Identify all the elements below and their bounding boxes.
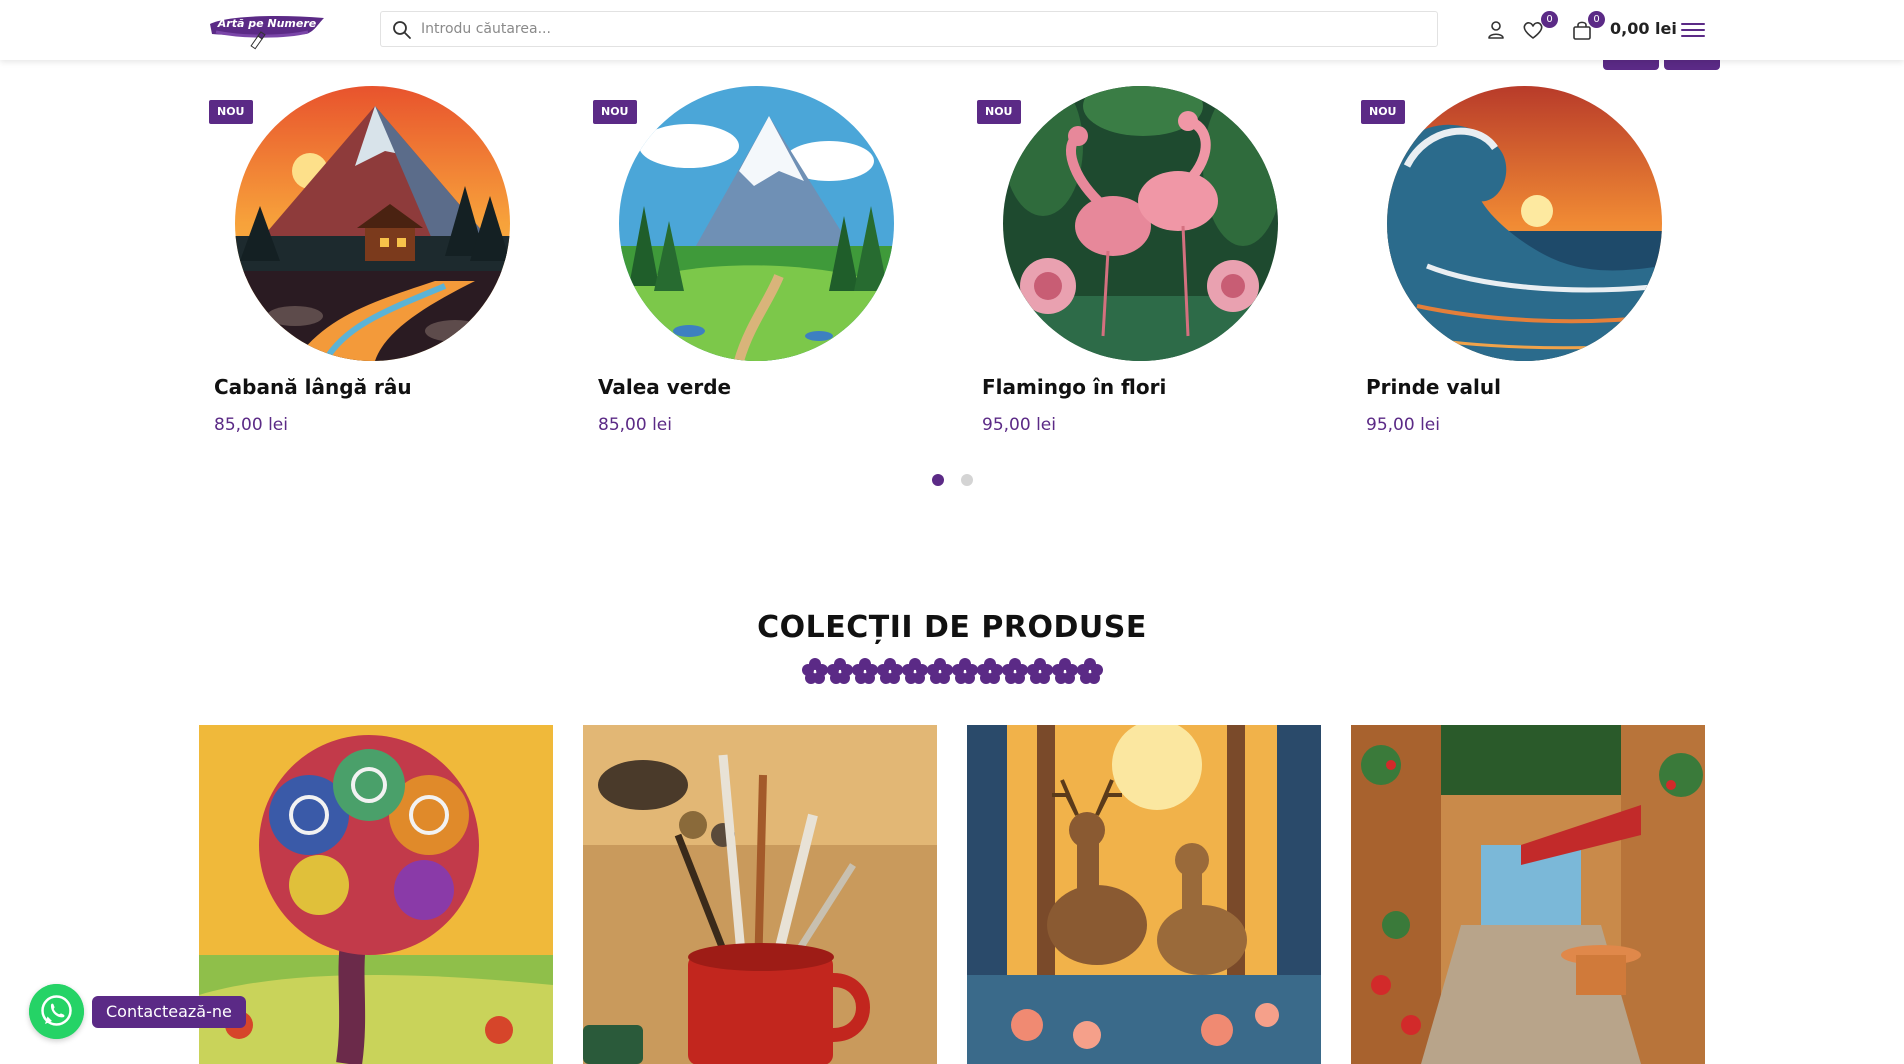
product-price: 85,00 lei — [214, 415, 288, 435]
product-image-cabin-river[interactable] — [235, 86, 510, 361]
collection-image-street-cafe[interactable] — [1351, 725, 1705, 1064]
new-badge: NOU — [593, 100, 637, 124]
collections-heading: COLECȚII DE PRODUSE — [757, 610, 1147, 645]
collection-image-colorful-tree[interactable] — [199, 725, 553, 1064]
product-title[interactable]: Prinde valul — [1366, 375, 1501, 399]
product-title[interactable]: Cabană lângă râu — [214, 375, 412, 399]
logo-text: Artă pe Numere — [217, 17, 317, 30]
product-price: 95,00 lei — [982, 415, 1056, 435]
product-image-flamingo-flowers[interactable] — [1003, 86, 1278, 361]
product-title[interactable]: Flamingo în flori — [982, 375, 1166, 399]
user-account-icon[interactable] — [1484, 18, 1508, 42]
search-icon[interactable] — [392, 20, 412, 40]
cart-count-badge: 0 — [1588, 11, 1605, 28]
site-header: Artă pe Numere 0 0 0,00 lei — [0, 0, 1904, 60]
product-image-catch-the-wave[interactable] — [1387, 86, 1662, 361]
collection-image-brushes-mug[interactable] — [583, 725, 937, 1064]
product-card[interactable]: NOU Flamingo în flori 95,00 lei — [977, 78, 1361, 458]
product-card[interactable]: NOU Prinde valul 95,00 lei — [1361, 78, 1745, 458]
new-badge: NOU — [1361, 100, 1405, 124]
menu-hamburger-icon[interactable] — [1680, 18, 1706, 42]
new-badge: NOU — [209, 100, 253, 124]
product-price: 95,00 lei — [1366, 415, 1440, 435]
new-badge: NOU — [977, 100, 1021, 124]
cart-total[interactable]: 0,00 lei — [1610, 19, 1677, 38]
carousel-dot-1[interactable] — [932, 474, 944, 486]
product-price: 85,00 lei — [598, 415, 672, 435]
whatsapp-chat-icon[interactable] — [29, 984, 84, 1039]
wishlist-count-badge: 0 — [1541, 11, 1558, 28]
product-image-green-valley[interactable] — [619, 86, 894, 361]
product-card[interactable]: NOU Valea verde 85,00 lei — [593, 78, 977, 458]
product-card[interactable]: NOU Cabană lângă râu 85,00 lei — [209, 78, 593, 458]
carousel-dot-2[interactable] — [961, 474, 973, 486]
collection-image-deer-forest[interactable] — [967, 725, 1321, 1064]
contact-us-label[interactable]: Contactează-ne — [92, 996, 246, 1028]
search-input[interactable] — [421, 12, 1421, 46]
site-logo[interactable]: Artă pe Numere — [206, 10, 328, 50]
product-title[interactable]: Valea verde — [598, 375, 731, 399]
decorative-flower-divider — [802, 658, 1103, 684]
search-bar[interactable] — [380, 11, 1438, 47]
